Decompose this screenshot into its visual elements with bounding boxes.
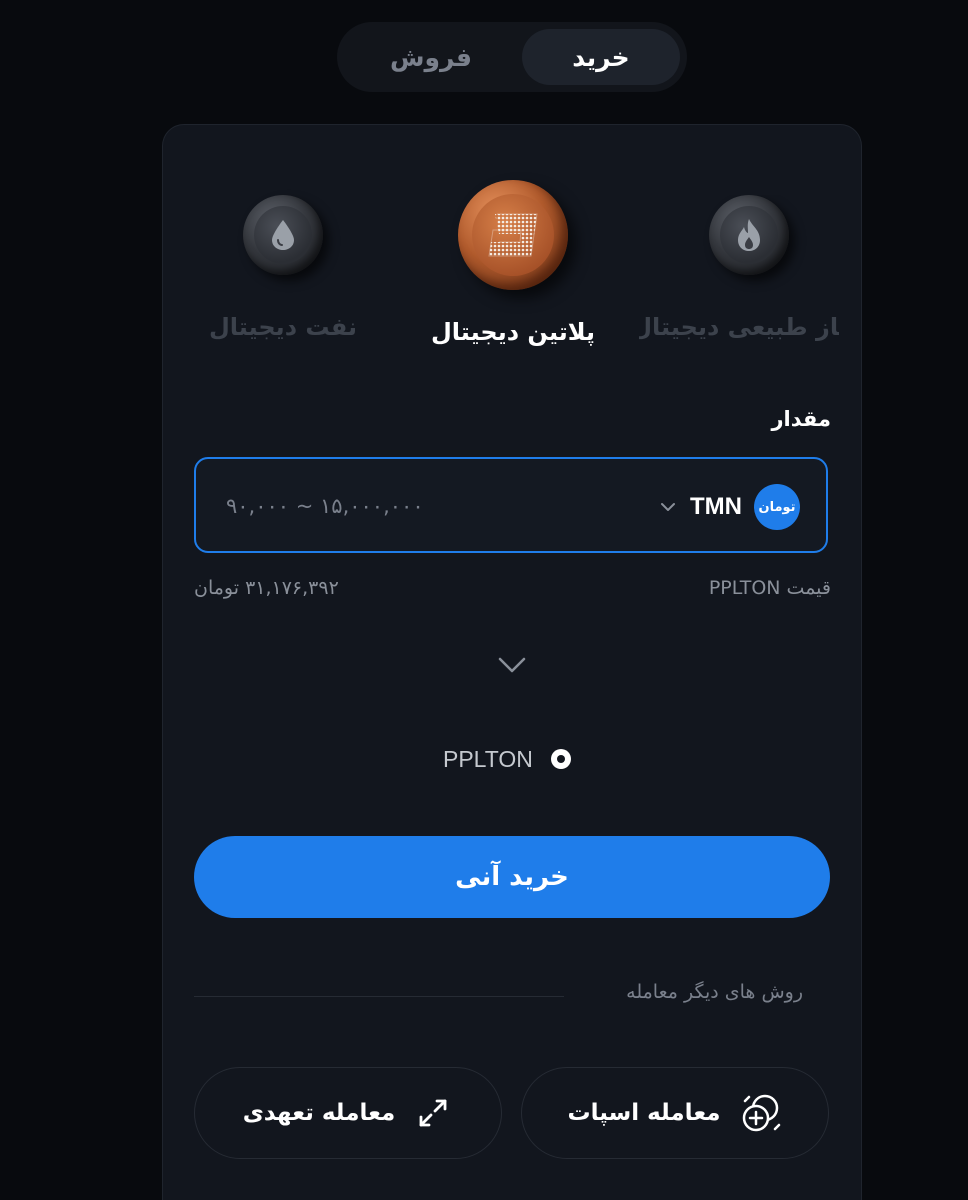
oil-drop-icon bbox=[272, 220, 294, 250]
chevron-down-icon bbox=[495, 653, 529, 677]
buy-sell-toggle: خرید فروش bbox=[337, 22, 687, 92]
platinum-logo-icon bbox=[488, 213, 538, 257]
price-row: قیمت PPLTON ۳۱,۱۷۶,۳۹۲ تومان bbox=[194, 577, 831, 607]
tab-buy[interactable]: خرید bbox=[522, 29, 680, 85]
gas-flame-icon bbox=[738, 219, 760, 251]
coin-label-platinum: پلاتین دیجیتال bbox=[430, 318, 596, 346]
gas-coin bbox=[709, 195, 789, 275]
trade-card: نفت دیجیتال پلاتین دیجیتال گاز طبیعی دیج… bbox=[162, 124, 862, 1200]
output-asset-label: PPLTON bbox=[443, 745, 533, 772]
currency-select[interactable]: TMN تومان bbox=[658, 483, 800, 531]
amount-label: مقدار bbox=[771, 407, 831, 431]
instant-buy-button[interactable]: خرید آنی bbox=[194, 836, 830, 918]
coin-option-gas[interactable]: گاز طبیعی دیجیتال bbox=[639, 195, 839, 341]
divider bbox=[194, 996, 564, 997]
coins-exchange-icon bbox=[742, 1094, 780, 1132]
radio-selected-icon bbox=[550, 749, 571, 769]
oil-coin bbox=[243, 195, 323, 275]
coin-option-platinum[interactable]: پلاتین دیجیتال bbox=[418, 180, 608, 346]
other-methods-label: روش های دیگر معامله bbox=[626, 981, 803, 1003]
price-value: ۳۱,۱۷۶,۳۹۲ تومان bbox=[194, 577, 339, 599]
tab-sell[interactable]: فروش bbox=[345, 29, 517, 85]
amount-input[interactable] bbox=[224, 487, 548, 525]
coin-label-oil: نفت دیجیتال bbox=[208, 313, 358, 341]
spot-trade-label: معامله اسپات bbox=[567, 1100, 721, 1126]
margin-trade-label: معامله تعهدی bbox=[242, 1100, 396, 1126]
leverage-arrows-icon bbox=[419, 1099, 447, 1127]
coin-label-gas: گاز طبیعی دیجیتال bbox=[639, 313, 839, 341]
amount-field: TMN تومان bbox=[194, 457, 828, 553]
platinum-coin bbox=[458, 180, 568, 290]
currency-code: TMN bbox=[690, 493, 742, 520]
margin-trade-button[interactable]: معامله تعهدی bbox=[194, 1067, 502, 1159]
toman-icon: تومان bbox=[754, 484, 800, 530]
price-label: قیمت PPLTON bbox=[708, 577, 831, 599]
spot-trade-button[interactable]: معامله اسپات bbox=[521, 1067, 829, 1159]
chevron-down-icon bbox=[658, 497, 678, 517]
output-asset-option[interactable]: PPLTON bbox=[443, 741, 571, 777]
coin-option-oil[interactable]: نفت دیجیتال bbox=[209, 195, 357, 341]
